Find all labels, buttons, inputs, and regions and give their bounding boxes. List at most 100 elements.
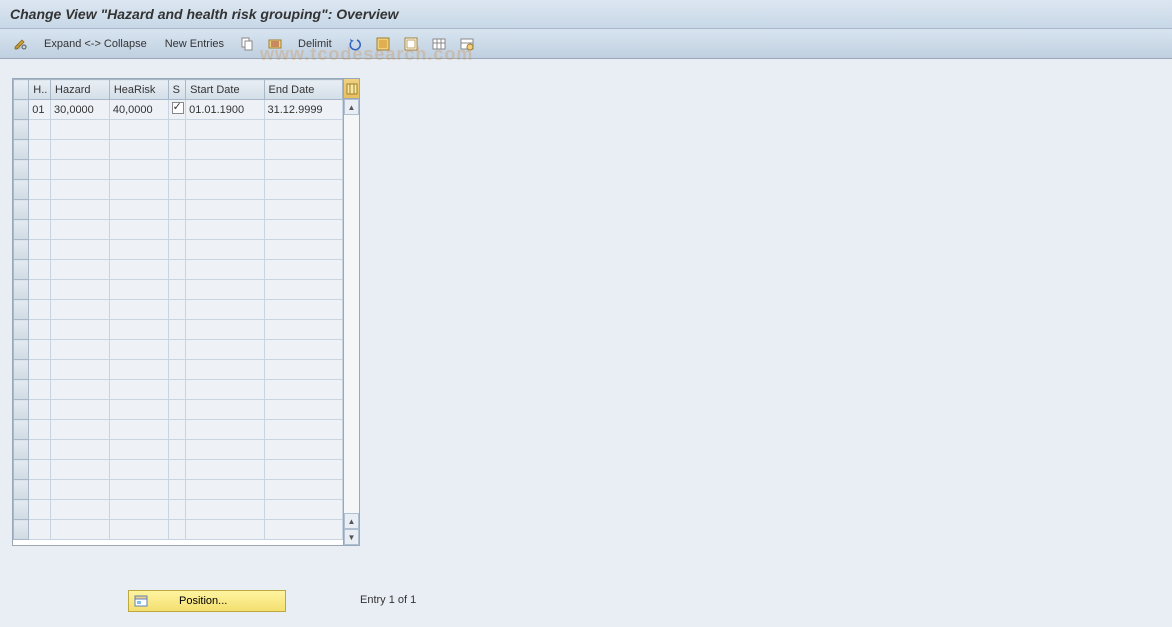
scroll-track[interactable] [344,115,359,513]
empty-cell[interactable] [168,320,185,340]
empty-cell[interactable] [51,140,110,160]
empty-cell[interactable] [168,140,185,160]
empty-cell[interactable] [168,400,185,420]
empty-cell[interactable] [29,420,51,440]
column-header-selector[interactable] [14,80,29,100]
empty-cell[interactable] [264,380,343,400]
empty-cell[interactable] [29,160,51,180]
empty-cell[interactable] [51,500,110,520]
empty-cell[interactable] [186,460,264,480]
empty-cell[interactable] [186,200,264,220]
empty-cell[interactable] [109,520,168,540]
empty-cell[interactable] [186,140,264,160]
empty-cell[interactable] [29,480,51,500]
cell-s[interactable] [168,100,185,120]
standard-checkbox[interactable] [172,102,184,114]
empty-cell[interactable] [29,400,51,420]
empty-cell[interactable] [264,440,343,460]
row-selector[interactable] [14,100,29,120]
row-selector[interactable] [14,160,29,180]
empty-cell[interactable] [51,360,110,380]
empty-cell[interactable] [51,460,110,480]
expand-collapse-button[interactable]: Expand <-> Collapse [36,33,155,55]
empty-cell[interactable] [264,220,343,240]
empty-cell[interactable] [264,280,343,300]
empty-cell[interactable] [264,500,343,520]
scroll-down-button[interactable]: ▼ [344,529,359,545]
delete-button[interactable] [262,33,288,55]
empty-cell[interactable] [109,340,168,360]
row-selector[interactable] [14,460,29,480]
empty-cell[interactable] [109,320,168,340]
empty-cell[interactable] [51,200,110,220]
empty-cell[interactable] [186,240,264,260]
cell-hazard[interactable]: 30,0000 [51,100,110,120]
empty-cell[interactable] [51,420,110,440]
empty-cell[interactable] [109,260,168,280]
empty-cell[interactable] [264,140,343,160]
empty-cell[interactable] [51,300,110,320]
empty-cell[interactable] [264,360,343,380]
empty-cell[interactable] [109,120,168,140]
row-selector[interactable] [14,180,29,200]
empty-cell[interactable] [264,260,343,280]
empty-cell[interactable] [264,180,343,200]
delimit-button[interactable]: Delimit [290,33,340,55]
empty-cell[interactable] [29,220,51,240]
empty-cell[interactable] [168,500,185,520]
row-selector[interactable] [14,260,29,280]
row-selector[interactable] [14,320,29,340]
undo-button[interactable] [342,33,368,55]
empty-cell[interactable] [264,460,343,480]
empty-cell[interactable] [186,160,264,180]
empty-cell[interactable] [186,120,264,140]
empty-cell[interactable] [168,240,185,260]
empty-cell[interactable] [109,300,168,320]
column-config-button[interactable] [344,79,359,99]
empty-cell[interactable] [29,520,51,540]
empty-cell[interactable] [168,120,185,140]
deselect-all-button[interactable] [398,33,424,55]
position-button[interactable]: Position... [128,590,286,612]
empty-cell[interactable] [186,360,264,380]
empty-cell[interactable] [29,380,51,400]
empty-cell[interactable] [264,480,343,500]
cell-h[interactable]: 01 [29,100,51,120]
empty-cell[interactable] [186,260,264,280]
cell-end-date[interactable]: 31.12.9999 [264,100,343,120]
empty-cell[interactable] [29,500,51,520]
empty-cell[interactable] [186,340,264,360]
row-selector[interactable] [14,420,29,440]
empty-cell[interactable] [109,400,168,420]
column-header-s[interactable]: S [168,80,185,100]
empty-cell[interactable] [51,180,110,200]
empty-cell[interactable] [264,300,343,320]
row-selector[interactable] [14,280,29,300]
empty-cell[interactable] [186,500,264,520]
empty-cell[interactable] [29,460,51,480]
empty-cell[interactable] [29,240,51,260]
empty-cell[interactable] [29,260,51,280]
copy-button[interactable] [234,33,260,55]
empty-cell[interactable] [186,180,264,200]
column-header-end-date[interactable]: End Date [264,80,343,100]
empty-cell[interactable] [264,340,343,360]
empty-cell[interactable] [109,140,168,160]
empty-cell[interactable] [186,220,264,240]
empty-cell[interactable] [109,500,168,520]
row-selector[interactable] [14,500,29,520]
empty-cell[interactable] [168,340,185,360]
column-header-start-date[interactable]: Start Date [186,80,264,100]
empty-cell[interactable] [168,180,185,200]
empty-cell[interactable] [29,300,51,320]
vertical-scrollbar[interactable]: ▲ ▲ ▼ [343,79,359,545]
empty-cell[interactable] [29,360,51,380]
column-header-h[interactable]: H.. [29,80,51,100]
cell-hearisk[interactable]: 40,0000 [109,100,168,120]
empty-cell[interactable] [29,180,51,200]
empty-cell[interactable] [109,420,168,440]
empty-cell[interactable] [51,340,110,360]
empty-cell[interactable] [109,460,168,480]
column-header-hazard[interactable]: Hazard [51,80,110,100]
empty-cell[interactable] [109,440,168,460]
